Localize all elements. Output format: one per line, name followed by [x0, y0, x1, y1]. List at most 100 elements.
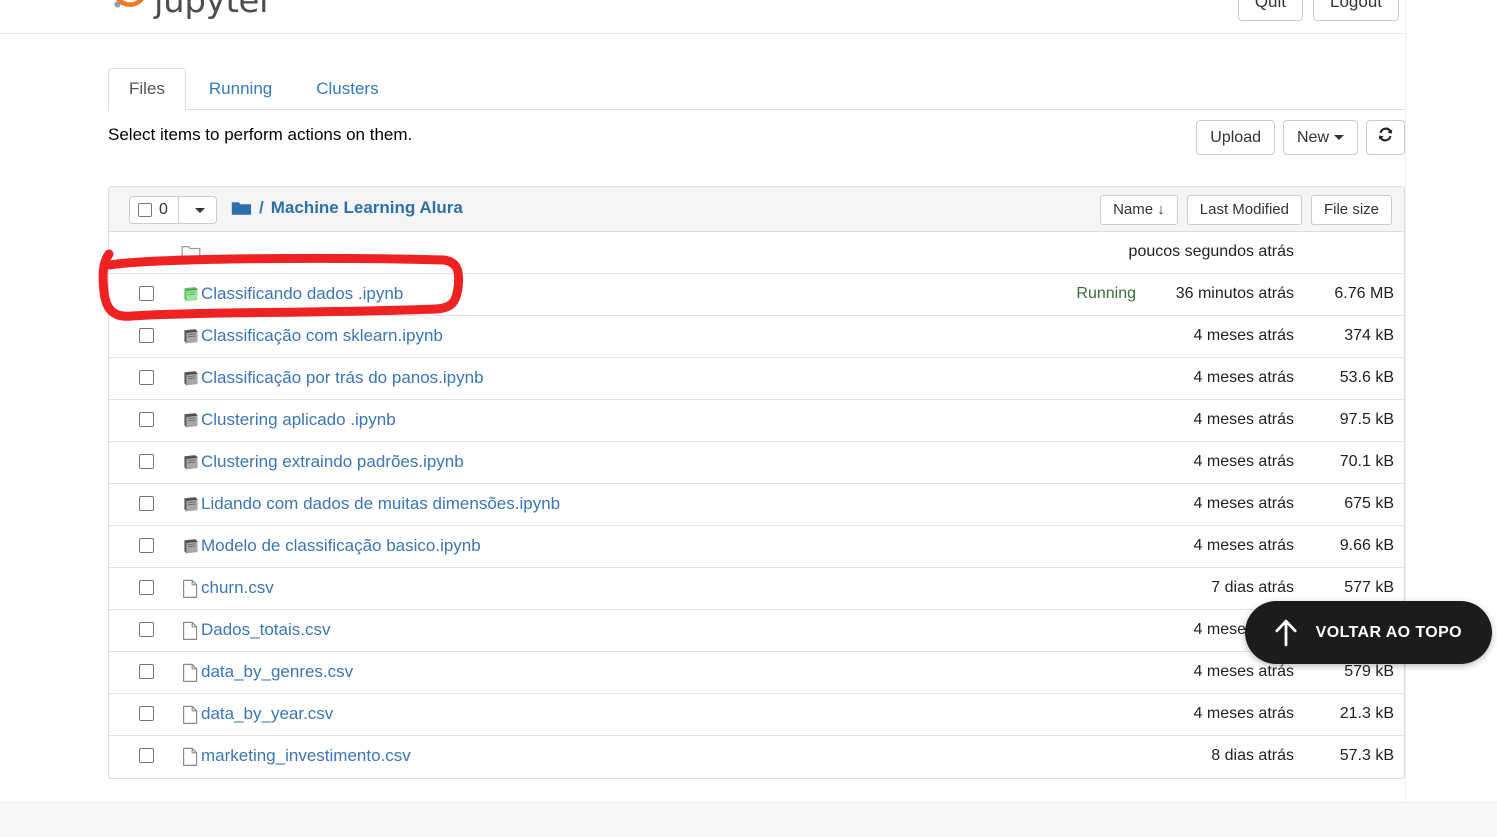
row-checkbox-cell: [139, 706, 154, 721]
row-checkbox[interactable]: [139, 622, 154, 637]
jupyter-logo-icon: [114, 0, 144, 8]
table-row[interactable]: marketing_investimento.csv 8 dias atrás 57…: [109, 736, 1404, 778]
table-row[interactable]: .. poucos segundos atrás: [109, 232, 1404, 274]
table-row[interactable]: data_by_genres.csv 4 meses atrás 579 kB: [109, 652, 1404, 694]
notebook-icon: [181, 369, 201, 389]
last-modified-value: 8 dias atrás: [1211, 747, 1294, 764]
sort-name-label: Name: [1113, 201, 1154, 218]
row-checkbox-cell: [139, 286, 154, 301]
last-modified-value: 4 meses atrás: [1193, 369, 1294, 386]
table-row[interactable]: Clustering aplicado .ipynb 4 meses atrás 9…: [109, 400, 1404, 442]
file-name-link[interactable]: Lidando com dados de muitas dimensões.ip…: [201, 494, 560, 514]
sort-by-filesize-button[interactable]: File size: [1310, 195, 1392, 225]
file-list-panel: 0 / Machine Learning Alura Name ↓ Last M…: [108, 186, 1405, 779]
file-name-link[interactable]: Classificando dados .ipynb: [201, 284, 403, 304]
file-size-value: 21.3 kB: [1339, 705, 1394, 722]
new-dropdown-button[interactable]: New: [1282, 120, 1358, 156]
row-checkbox[interactable]: [139, 496, 154, 511]
file-name-link[interactable]: churn.csv: [201, 578, 274, 598]
tab-files[interactable]: Files: [108, 68, 186, 112]
last-modified-value: 4 meses atrás: [1193, 705, 1294, 722]
select-all-checkbox[interactable]: [138, 203, 152, 217]
file-icon: [181, 579, 201, 599]
file-name-link[interactable]: Classificação por trás do panos.ipynb: [201, 368, 484, 388]
file-icon: [181, 705, 201, 725]
file-size-value: 675 kB: [1344, 495, 1394, 512]
table-row[interactable]: Classificando dados .ipynb Running 36 minu…: [109, 274, 1404, 316]
last-modified-value: 36 minutos atrás: [1175, 285, 1294, 302]
row-checkbox[interactable]: [139, 580, 154, 595]
row-checkbox[interactable]: [139, 748, 154, 763]
row-checkbox[interactable]: [139, 538, 154, 553]
page-header: jupyter Quit Logout: [0, 0, 1405, 34]
file-toolbar: Select items to perform actions on them.…: [108, 120, 1405, 160]
select-items-hint: Select items to perform actions on them.: [108, 125, 413, 144]
row-checkbox-cell: [139, 580, 154, 595]
file-size-value: 70.1 kB: [1339, 453, 1394, 470]
notebook-icon: [181, 495, 201, 515]
sort-arrow-down-icon: ↓: [1157, 201, 1165, 218]
sort-by-modified-button[interactable]: Last Modified: [1186, 195, 1302, 225]
logout-button[interactable]: Logout: [1313, 0, 1399, 21]
tab-clusters[interactable]: Clusters: [295, 68, 399, 111]
jupyter-logo-text: jupyter: [154, 0, 273, 21]
file-name-link[interactable]: data_by_year.csv: [201, 704, 333, 724]
jupyter-logo[interactable]: jupyter: [110, 0, 273, 22]
back-to-top-button[interactable]: VOLTAR AO TOPO: [1244, 601, 1492, 664]
file-name-link[interactable]: Clustering aplicado .ipynb: [201, 410, 396, 430]
quit-button[interactable]: Quit: [1237, 0, 1303, 21]
file-name-link[interactable]: marketing_investimento.csv: [201, 746, 411, 766]
row-checkbox-cell: [139, 328, 154, 343]
header-actions: Quit Logout: [1237, 0, 1399, 21]
last-modified-value: 4 meses atrás: [1193, 453, 1294, 470]
upload-button[interactable]: Upload: [1196, 120, 1275, 156]
file-name-link[interactable]: Modelo de classificação basico.ipynb: [201, 536, 481, 556]
row-checkbox[interactable]: [139, 664, 154, 679]
row-checkbox[interactable]: [139, 286, 154, 301]
file-icon: [181, 747, 201, 767]
file-size-value: 579 kB: [1344, 663, 1394, 680]
file-name-link[interactable]: Classificação com sklearn.ipynb: [201, 326, 443, 346]
row-checkbox[interactable]: [139, 328, 154, 343]
breadcrumb: / Machine Learning Alura: [231, 198, 463, 218]
folder-icon[interactable]: [231, 200, 252, 217]
file-name-link[interactable]: ..: [201, 242, 210, 262]
row-checkbox[interactable]: [139, 412, 154, 427]
notebook-icon: [181, 411, 201, 431]
file-name-link[interactable]: Clustering extraindo padrões.ipynb: [201, 452, 464, 472]
row-checkbox[interactable]: [139, 706, 154, 721]
file-name-link[interactable]: data_by_genres.csv: [201, 662, 353, 682]
file-size-value: 57.3 kB: [1339, 747, 1394, 764]
table-row[interactable]: Lidando com dados de muitas dimensões.ip…: [109, 484, 1404, 526]
select-menu-button[interactable]: [178, 196, 217, 224]
breadcrumb-current-folder[interactable]: Machine Learning Alura: [271, 198, 463, 218]
refresh-button[interactable]: [1366, 120, 1405, 156]
file-list-header: 0 / Machine Learning Alura Name ↓ Last M…: [109, 187, 1404, 232]
table-row[interactable]: Clustering extraindo padrões.ipynb 4 mese…: [109, 442, 1404, 484]
back-to-top-label: VOLTAR AO TOPO: [1315, 623, 1462, 641]
table-row[interactable]: Dados_totais.csv 4 meses atrás: [109, 610, 1404, 652]
file-size-value: 6.76 MB: [1334, 285, 1394, 302]
table-row[interactable]: churn.csv 7 dias atrás 577 kB: [109, 568, 1404, 610]
sort-by-name-button[interactable]: Name ↓: [1100, 195, 1178, 225]
arrow-up-icon: [1275, 619, 1297, 646]
right-gutter: [1405, 0, 1497, 802]
table-row[interactable]: Classificação por trás do panos.ipynb 4 m…: [109, 358, 1404, 400]
row-checkbox-cell: [139, 370, 154, 385]
row-checkbox-cell: [139, 496, 154, 511]
table-row[interactable]: Classificação com sklearn.ipynb 4 meses a…: [109, 316, 1404, 358]
table-row[interactable]: data_by_year.csv 4 meses atrás 21.3 kB: [109, 694, 1404, 736]
file-name-link[interactable]: Dados_totais.csv: [201, 620, 330, 640]
row-checkbox[interactable]: [139, 454, 154, 469]
file-icon: [181, 621, 201, 641]
row-checkbox-cell: [139, 748, 154, 763]
notebook-icon: [181, 537, 201, 557]
notebook-running-icon: [181, 285, 201, 305]
main-tabs: Files Running Clusters: [108, 68, 1405, 112]
select-all-button[interactable]: 0: [129, 196, 179, 224]
row-checkbox[interactable]: [139, 370, 154, 385]
tab-running[interactable]: Running: [188, 68, 293, 111]
table-row[interactable]: Modelo de classificação basico.ipynb 4 me…: [109, 526, 1404, 568]
last-modified-value: 4 meses atrás: [1193, 495, 1294, 512]
running-status-badge: Running: [1076, 285, 1136, 302]
